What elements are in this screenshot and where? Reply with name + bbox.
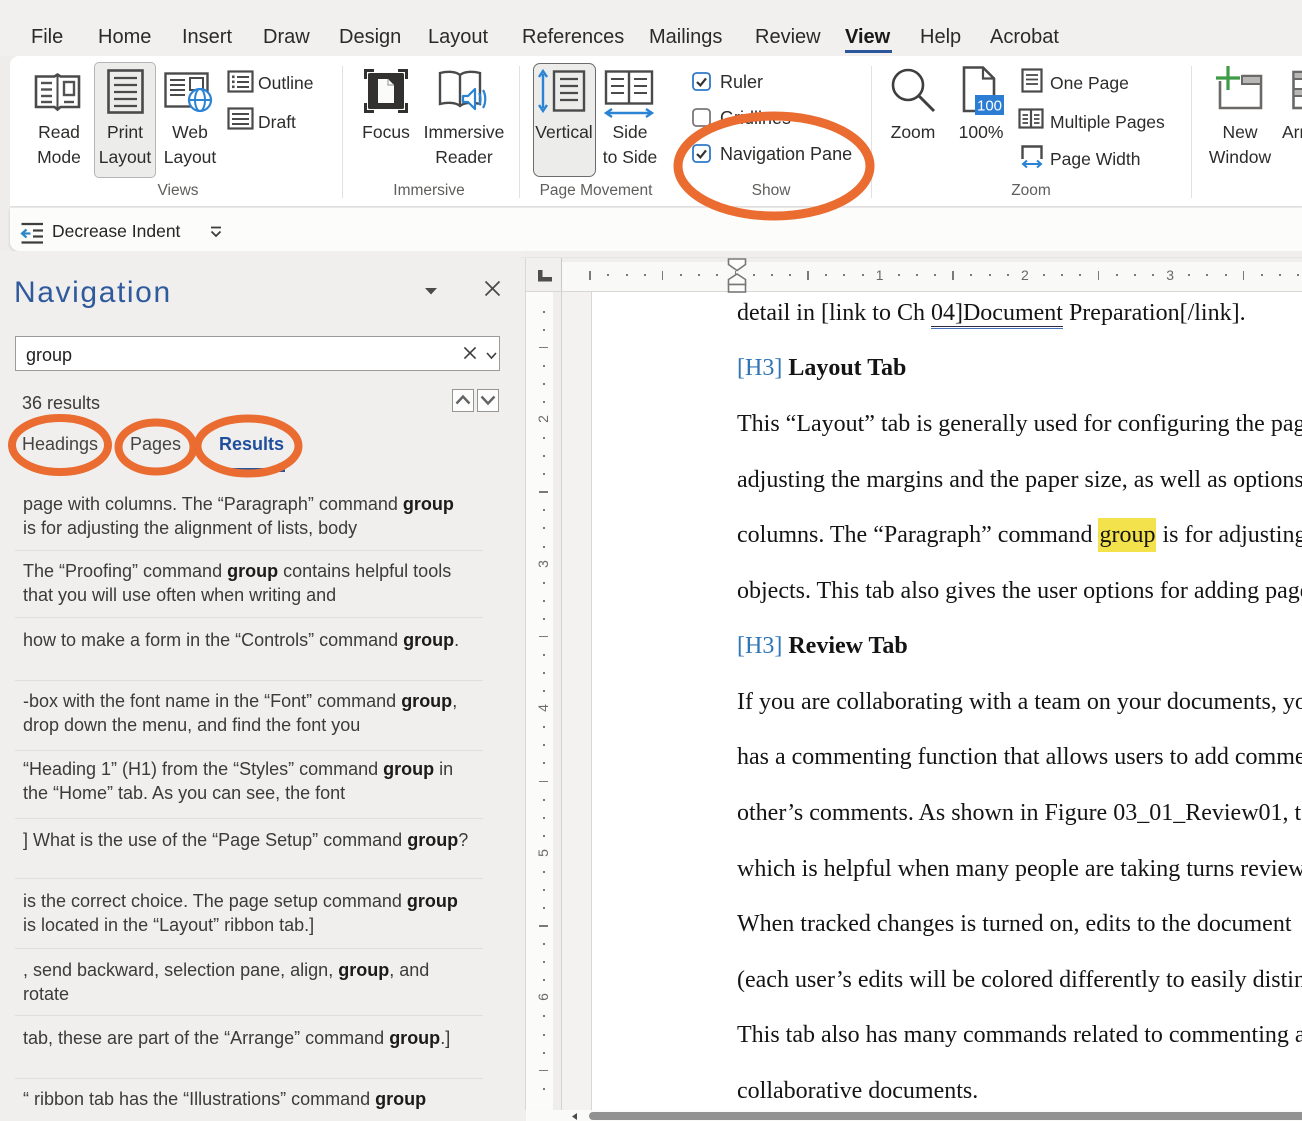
svg-text:100: 100 (977, 98, 1002, 115)
